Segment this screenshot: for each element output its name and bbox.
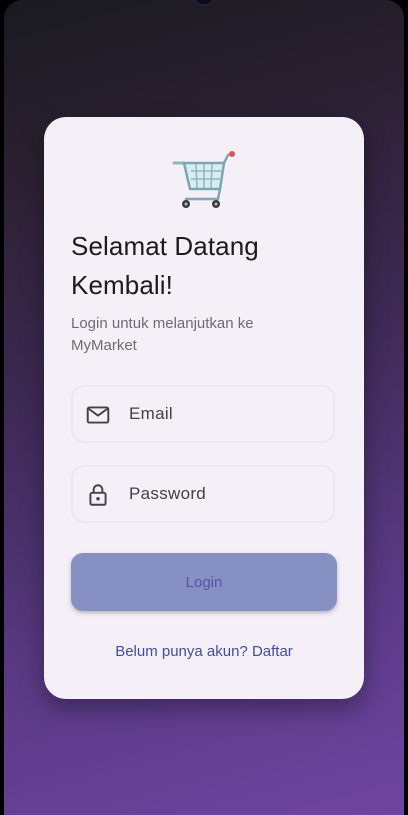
password-field[interactable] [71,465,335,523]
welcome-subtitle: Login untuk melanjutkan ke MyMarket [71,315,254,354]
phone-screen: Selamat Datang Kembali! Login untuk mela… [4,0,404,815]
welcome-title: Selamat Datang Kembali! [71,231,259,300]
register-link[interactable]: Belum punya akun? Daftar [44,643,364,660]
shopping-cart-icon [172,151,235,208]
email-field[interactable] [71,385,335,443]
login-card: Selamat Datang Kembali! Login untuk mela… [44,117,364,699]
front-camera [193,0,215,6]
login-button[interactable]: Login [71,553,337,611]
mail-icon [86,406,110,424]
password-input[interactable] [129,467,329,521]
lock-icon [89,484,107,506]
email-input[interactable] [129,387,329,441]
